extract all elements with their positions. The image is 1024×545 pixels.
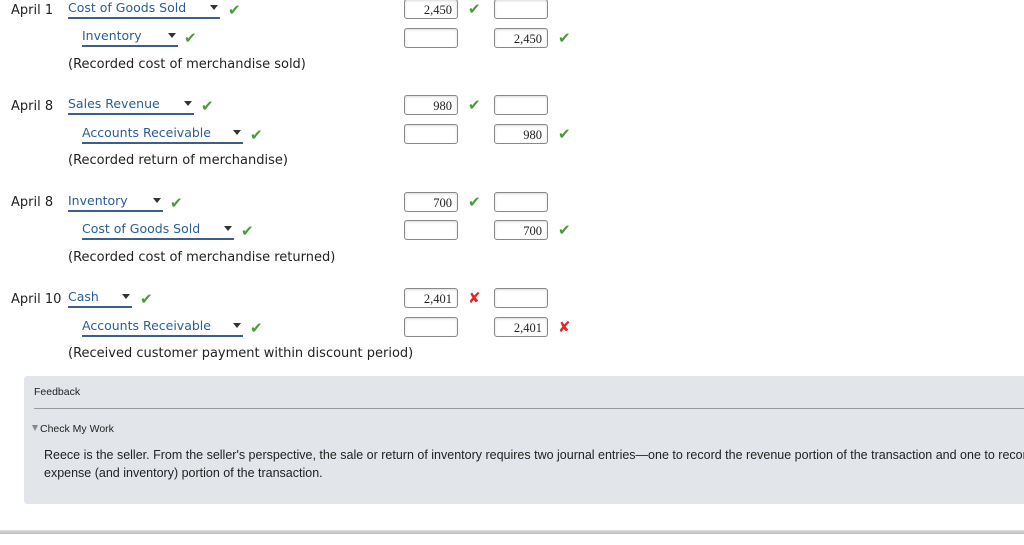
entry-date: April 1 <box>11 3 54 18</box>
triangle-down-icon <box>32 425 38 431</box>
credit-amount-input[interactable] <box>494 95 548 115</box>
bottom-divider <box>0 530 1024 534</box>
credit-account-select[interactable]: Accounts Receivable <box>82 126 243 144</box>
chevron-down-icon <box>184 101 192 106</box>
check-icon: ✔ <box>468 193 481 211</box>
debit-amount-input[interactable] <box>404 28 458 48</box>
credit-account-value: Accounts Receivable <box>82 125 211 140</box>
check-icon: ✔ <box>184 29 197 47</box>
debit-account-select[interactable]: Cost of Goods Sold <box>68 1 220 19</box>
debit-amount-input[interactable]: 700 <box>404 192 458 212</box>
feedback-text: Reece is the seller. From the seller's p… <box>44 446 1024 482</box>
entry-memo: (Recorded return of merchandise) <box>68 153 288 168</box>
chevron-down-icon <box>210 5 218 10</box>
check-icon: ✔ <box>228 1 241 19</box>
credit-account-select[interactable]: Accounts Receivable <box>82 319 243 337</box>
chevron-down-icon <box>224 226 232 231</box>
check-icon: ✔ <box>468 0 481 18</box>
debit-account-select[interactable]: Sales Revenue <box>68 97 194 115</box>
feedback-line: Reece is the seller. From the seller's p… <box>44 448 1024 462</box>
credit-amount-input[interactable]: 2,401 <box>494 317 548 337</box>
entry-date: April 8 <box>11 99 54 114</box>
credit-amount-input[interactable] <box>494 192 548 212</box>
debit-account-value: Cash <box>68 289 99 304</box>
debit-amount-input[interactable]: 2,450 <box>404 0 458 19</box>
entry-memo: (Received customer payment within discou… <box>68 346 414 361</box>
x-icon: ✘ <box>558 318 571 336</box>
chevron-down-icon <box>233 323 241 328</box>
x-icon: ✘ <box>468 289 481 307</box>
chevron-down-icon <box>122 294 130 299</box>
credit-account-value: Accounts Receivable <box>82 318 211 333</box>
feedback-panel: Feedback Check My Work Reece is the sell… <box>24 376 1024 504</box>
entry-date: April 8 <box>11 195 54 210</box>
debit-account-value: Sales Revenue <box>68 96 160 111</box>
check-icon: ✔ <box>250 126 263 144</box>
credit-amount-input[interactable] <box>494 0 548 19</box>
check-icon: ✔ <box>558 29 571 47</box>
credit-account-select[interactable]: Inventory <box>82 29 178 47</box>
divider <box>34 408 1024 409</box>
check-icon: ✔ <box>201 97 214 115</box>
entry-date: April 10 <box>11 292 62 307</box>
debit-account-select[interactable]: Inventory <box>68 194 163 212</box>
chevron-down-icon <box>233 130 241 135</box>
credit-amount-input[interactable] <box>494 288 548 308</box>
debit-amount-input[interactable] <box>404 220 458 240</box>
chevron-down-icon <box>168 33 176 38</box>
entry-memo: (Recorded cost of merchandise sold) <box>68 57 306 72</box>
credit-amount-input[interactable]: 700 <box>494 220 548 240</box>
credit-account-value: Cost of Goods Sold <box>82 221 201 236</box>
check-my-work-toggle[interactable]: Check My Work <box>32 423 114 435</box>
debit-account-select[interactable]: Cash <box>68 290 132 308</box>
credit-account-select[interactable]: Cost of Goods Sold <box>82 222 234 240</box>
credit-account-value: Inventory <box>82 28 142 43</box>
check-icon: ✔ <box>558 125 571 143</box>
check-icon: ✔ <box>170 194 183 212</box>
check-icon: ✔ <box>140 290 153 308</box>
check-my-work-label: Check My Work <box>40 423 114 435</box>
credit-amount-input[interactable]: 2,450 <box>494 28 548 48</box>
check-icon: ✔ <box>250 319 263 337</box>
credit-amount-input[interactable]: 980 <box>494 124 548 144</box>
chevron-down-icon <box>153 198 161 203</box>
debit-amount-input[interactable] <box>404 124 458 144</box>
debit-amount-input[interactable]: 2,401 <box>404 288 458 308</box>
entry-memo: (Recorded cost of merchandise returned) <box>68 250 336 265</box>
debit-account-value: Cost of Goods Sold <box>68 0 187 15</box>
feedback-line: expense (and inventory) portion of the t… <box>44 466 323 480</box>
feedback-title: Feedback <box>34 386 81 398</box>
check-icon: ✔ <box>558 221 571 239</box>
check-icon: ✔ <box>241 222 254 240</box>
debit-amount-input[interactable]: 980 <box>404 95 458 115</box>
check-icon: ✔ <box>468 96 481 114</box>
debit-account-value: Inventory <box>68 193 128 208</box>
debit-amount-input[interactable] <box>404 317 458 337</box>
